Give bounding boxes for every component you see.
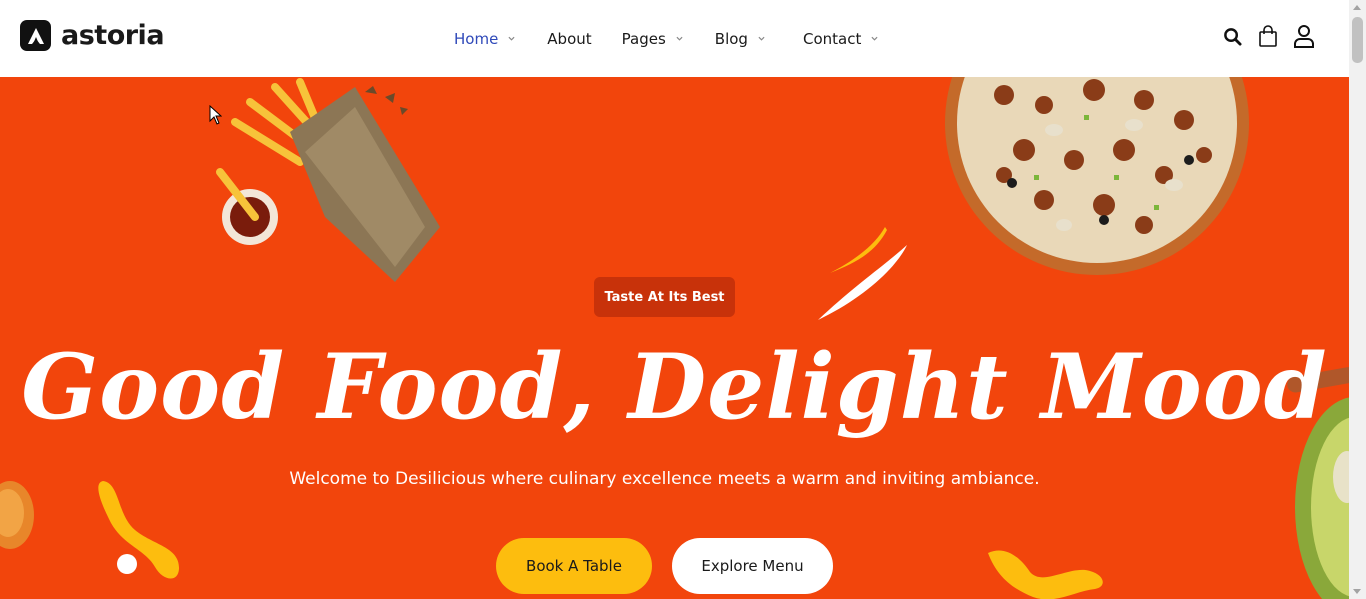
fries-image [216, 78, 440, 282]
site-header: astoria Home About Pages Blog Contact [0, 0, 1349, 77]
main-nav: Home About Pages Blog Contact [454, 0, 878, 77]
user-icon[interactable] [1293, 24, 1315, 48]
book-table-button[interactable]: Book A Table [496, 538, 652, 594]
scroll-down-arrow-icon[interactable] [1353, 589, 1361, 594]
search-icon[interactable] [1221, 24, 1243, 48]
nav-item-label: Contact [802, 29, 862, 48]
leaf-swoosh-decoration [818, 227, 907, 320]
nav-item-blog[interactable]: Blog [715, 30, 765, 48]
nav-item-label: Blog [714, 29, 748, 48]
mouse-cursor-icon [209, 105, 222, 125]
scroll-thumb[interactable] [1352, 17, 1363, 63]
yellow-squiggle-decoration [98, 481, 180, 579]
brand-name: astoria [61, 20, 165, 51]
nav-item-label: Pages [621, 29, 666, 48]
pizza-image [945, 77, 1249, 275]
nav-item-about[interactable]: About [547, 30, 591, 48]
hero-headline: Good Food, Delight Mood [21, 334, 1328, 440]
cart-icon[interactable] [1257, 24, 1279, 48]
nav-item-pages[interactable]: Pages [622, 30, 683, 48]
chevron-down-icon [508, 36, 515, 41]
fried-chicken-image [0, 481, 34, 549]
header-actions [1221, 24, 1315, 48]
nav-item-home[interactable]: Home [454, 30, 515, 48]
hero-section: Taste At Its Best Good Food, Delight Moo… [0, 77, 1349, 599]
yellow-wave-decoration [988, 550, 1103, 599]
hero-subtitle: Welcome to Desilicious where culinary ex… [289, 469, 1040, 489]
chevron-down-icon [871, 36, 878, 41]
nav-item-contact[interactable]: Contact [803, 30, 878, 48]
explore-menu-button[interactable]: Explore Menu [672, 538, 833, 594]
chevron-down-icon [676, 36, 683, 41]
chevron-down-icon [758, 36, 765, 41]
nav-item-label: Home [454, 29, 499, 48]
nav-item-label: About [547, 29, 592, 48]
hero-badge: Taste At Its Best [594, 277, 735, 317]
scroll-up-arrow-icon[interactable] [1353, 5, 1361, 10]
page-scrollbar[interactable] [1349, 0, 1366, 599]
logo-mark-icon [20, 20, 51, 51]
brand-logo[interactable]: astoria [20, 20, 165, 51]
